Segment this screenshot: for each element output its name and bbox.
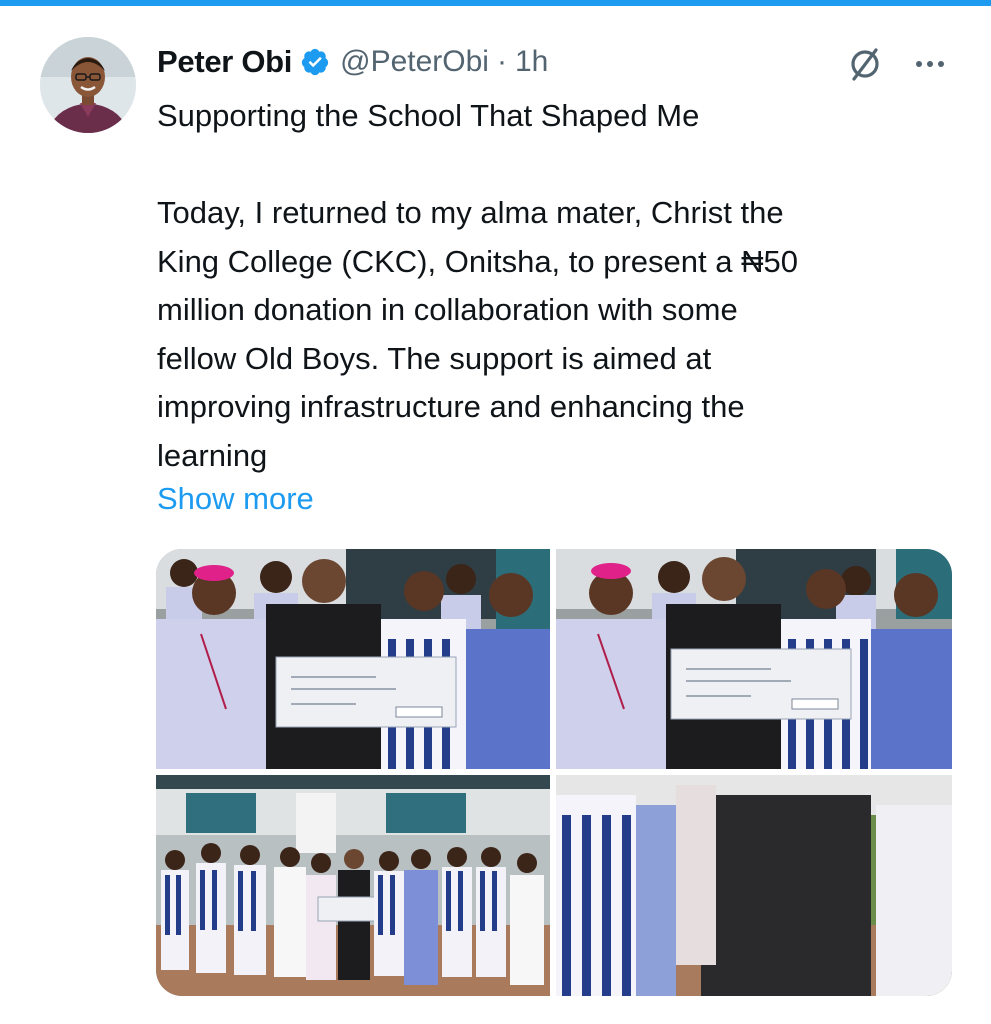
photo-closeup-walk[interactable] (556, 775, 952, 996)
photo-group-students[interactable] (156, 775, 550, 996)
grok-slash-icon[interactable] (845, 44, 885, 84)
timestamp[interactable]: 1h (515, 45, 548, 79)
top-accent-bar (0, 0, 991, 6)
user-handle[interactable]: @PeterObi (340, 45, 489, 79)
display-name[interactable]: Peter Obi (157, 44, 292, 80)
photo-cheque-presentation-2[interactable] (556, 549, 952, 769)
tweet-header: Peter Obi @PeterObi · 1h (157, 40, 548, 84)
verified-badge-icon (300, 47, 330, 77)
tweet-body-text: Supporting the School That Shaped Me Tod… (157, 98, 798, 473)
photo-cheque-presentation-1[interactable] (156, 549, 550, 769)
more-horizontal-icon[interactable] (910, 44, 950, 84)
show-more-link[interactable]: Show more (157, 475, 314, 523)
avatar[interactable] (40, 37, 136, 133)
media-grid (156, 549, 952, 996)
separator-dot: · (496, 45, 507, 78)
